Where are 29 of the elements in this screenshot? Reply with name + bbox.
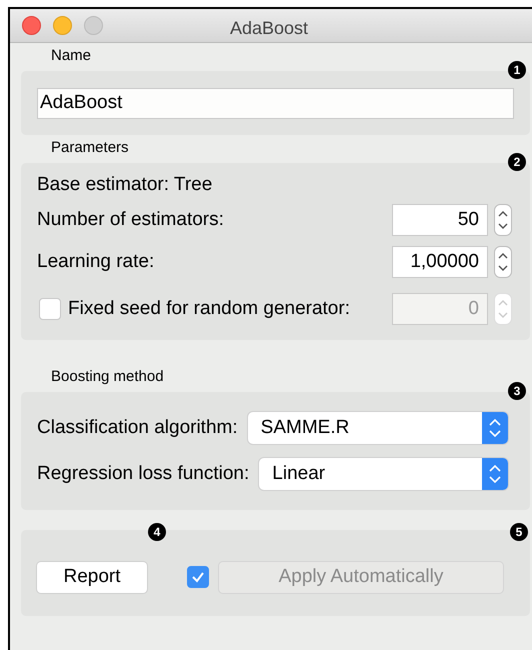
report-button[interactable]: Report bbox=[37, 562, 147, 592]
chevron-up-down-icon bbox=[482, 458, 508, 490]
dropdown-select[interactable]: SAMME.R bbox=[248, 412, 508, 444]
callout-badge: 5 bbox=[510, 523, 528, 541]
stepper-arrows-icon[interactable] bbox=[494, 246, 512, 278]
callout-badge: 3 bbox=[508, 382, 526, 400]
minimize-button[interactable] bbox=[53, 16, 72, 35]
close-button[interactable] bbox=[22, 16, 41, 35]
number-field[interactable]: 1,00000 bbox=[392, 246, 488, 278]
callout-badge: 1 bbox=[508, 61, 526, 79]
field-label: Learning rate: bbox=[37, 250, 154, 274]
number-field[interactable]: 50 bbox=[392, 204, 488, 236]
section-title: Parameters bbox=[51, 138, 129, 158]
checkmark-icon bbox=[191, 570, 205, 584]
field-label: Number of estimators: bbox=[37, 208, 224, 232]
dropdown-select[interactable]: Linear bbox=[259, 458, 508, 490]
stepper-arrows-icon[interactable] bbox=[494, 204, 512, 236]
field-label: Regression loss function: bbox=[37, 462, 250, 486]
checkbox[interactable] bbox=[39, 298, 61, 320]
window-title: AdaBoost bbox=[230, 17, 308, 40]
base-estimator-label: Base estimator: Tree bbox=[37, 173, 214, 195]
field-label: Classification algorithm: bbox=[37, 416, 238, 440]
name-field[interactable]: AdaBoost bbox=[37, 88, 514, 118]
checkbox-label: Fixed seed for random generator: bbox=[68, 296, 350, 321]
section-title: Name bbox=[51, 46, 92, 66]
section-title: Boosting method bbox=[51, 366, 164, 386]
chevron-up-down-icon bbox=[482, 412, 508, 444]
callout-badge: 4 bbox=[148, 523, 166, 541]
callout-badge: 2 bbox=[508, 153, 526, 171]
